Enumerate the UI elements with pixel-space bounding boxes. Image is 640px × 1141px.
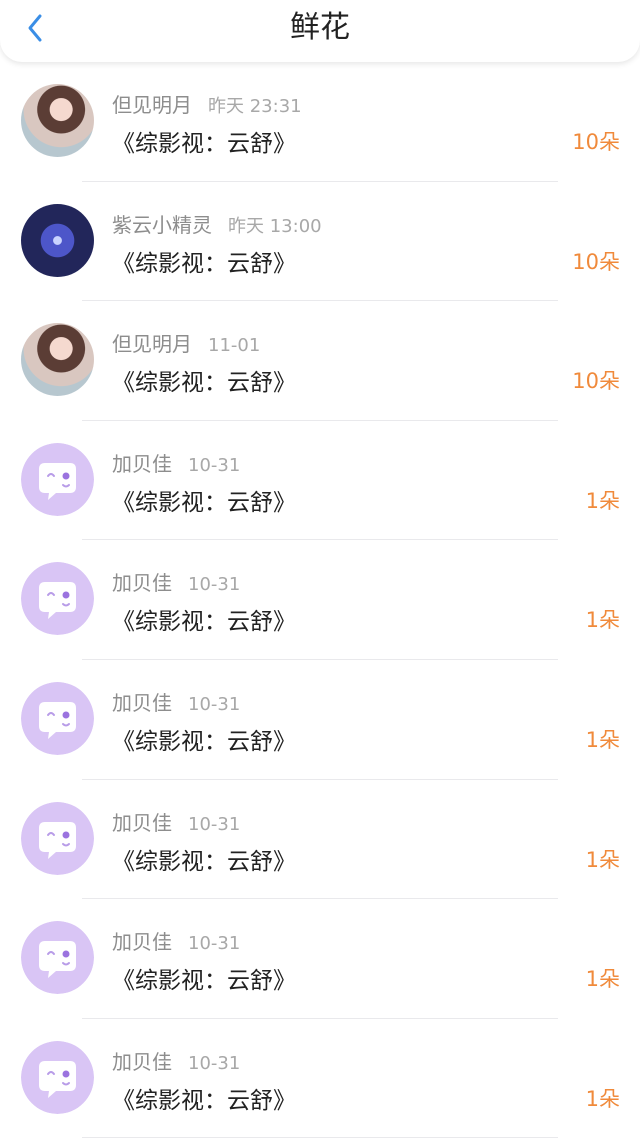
book-title[interactable]: 《综影视：云舒》 (112, 961, 296, 995)
book-title[interactable]: 《综影视：云舒》 (112, 602, 296, 636)
page-title: 鲜花 (290, 10, 350, 45)
flower-count: 1朵 (585, 608, 620, 633)
list-item[interactable]: 加贝佳 10-31 《综影视：云舒》 1朵 (0, 899, 640, 1019)
timestamp: 10-31 (188, 693, 241, 715)
book-title[interactable]: 《综影视：云舒》 (112, 363, 296, 397)
sender-line: 加贝佳 10-31 (112, 687, 240, 716)
flower-count: 1朵 (585, 967, 620, 992)
avatar[interactable] (21, 562, 94, 636)
timestamp: 10-31 (188, 454, 241, 476)
timestamp: 11-01 (208, 335, 261, 357)
flower-count: 1朵 (585, 847, 620, 872)
list-item[interactable]: 加贝佳 10-31 《综影视：云舒》 1朵 (0, 659, 640, 780)
sender-name[interactable]: 加贝佳 (112, 691, 172, 715)
row-divider (82, 1137, 558, 1139)
avatar[interactable] (21, 84, 94, 157)
list-item[interactable]: 加贝佳 10-31 《综影视：云舒》 1朵 (0, 420, 640, 541)
list-item[interactable]: 紫云小精灵 昨天 13:00 《综影视：云舒》 10朵 (0, 181, 640, 302)
chat-bubble-icon (21, 681, 94, 755)
list-item[interactable]: 但见明月 11-01 《综影视：云舒》 10朵 (0, 301, 640, 421)
chat-bubble-icon (21, 921, 94, 995)
sender-name[interactable]: 加贝佳 (112, 930, 172, 954)
flowers-page: 鲜花 但见明月 昨天 23:31 《综影视：云舒》 10朵 紫云小精灵 昨天 13:00 《… (0, 0, 640, 1141)
chat-bubble-icon (21, 1040, 94, 1114)
list-item[interactable]: 但见明月 昨天 23:31 《综影视：云舒》 10朵 (0, 62, 640, 182)
book-title[interactable]: 《综影视：云舒》 (112, 722, 296, 756)
sender-name[interactable]: 加贝佳 (112, 452, 172, 476)
book-title[interactable]: 《综影视：云舒》 (112, 244, 296, 278)
sender-name[interactable]: 但见明月 (112, 332, 192, 356)
timestamp: 10-31 (188, 933, 241, 955)
timestamp: 昨天 23:31 (208, 96, 302, 117)
book-title[interactable]: 《综影视：云舒》 (112, 124, 296, 158)
flower-count: 1朵 (585, 727, 620, 752)
flower-count: 1朵 (585, 1086, 620, 1111)
sender-line: 加贝佳 10-31 (112, 807, 240, 836)
sender-line: 加贝佳 10-31 (112, 926, 240, 955)
chat-bubble-icon (21, 801, 94, 875)
timestamp: 昨天 13:00 (228, 215, 322, 237)
book-title[interactable]: 《综影视：云舒》 (112, 842, 296, 876)
chat-bubble-icon (21, 442, 94, 516)
sender-line: 加贝佳 10-31 (112, 567, 240, 596)
book-title[interactable]: 《综影视：云舒》 (112, 483, 296, 517)
avatar[interactable] (21, 442, 94, 516)
flower-count: 10朵 (572, 369, 620, 394)
avatar[interactable] (21, 203, 94, 277)
list-item[interactable]: 加贝佳 10-31 《综影视：云舒》 1朵 (0, 779, 640, 900)
sender-line: 加贝佳 10-31 (112, 448, 240, 477)
list-item[interactable]: 加贝佳 10-31 《综影视：云舒》 1朵 (0, 540, 640, 660)
book-title[interactable]: 《综影视：云舒》 (112, 1081, 296, 1115)
sender-name[interactable]: 但见明月 (112, 93, 192, 117)
avatar[interactable] (21, 323, 94, 397)
avatar[interactable] (21, 801, 94, 875)
sender-line: 紫云小精灵 昨天 13:00 (112, 209, 322, 238)
avatar[interactable] (21, 681, 94, 755)
timestamp: 10-31 (188, 574, 241, 596)
avatar[interactable] (21, 1040, 94, 1114)
sender-name[interactable]: 加贝佳 (112, 571, 172, 595)
sender-line: 但见明月 昨天 23:31 (112, 89, 302, 118)
sender-name[interactable]: 紫云小精灵 (112, 213, 212, 237)
flower-count: 10朵 (572, 130, 620, 154)
avatar[interactable] (21, 921, 94, 995)
flower-list: 但见明月 昨天 23:31 《综影视：云舒》 10朵 紫云小精灵 昨天 13:00 《综影视… (0, 62, 640, 1139)
sender-line: 但见明月 11-01 (112, 328, 260, 357)
sender-line: 加贝佳 10-31 (112, 1046, 240, 1075)
top-bar: 鲜花 (0, 0, 640, 62)
timestamp: 10-31 (188, 1052, 241, 1074)
sender-name[interactable]: 加贝佳 (112, 1050, 172, 1074)
sender-name[interactable]: 加贝佳 (112, 811, 172, 835)
timestamp: 10-31 (188, 813, 241, 835)
chat-bubble-icon (21, 562, 94, 636)
flower-count: 1朵 (585, 488, 620, 513)
flower-count: 10朵 (572, 249, 620, 274)
list-item[interactable]: 加贝佳 10-31 《综影视：云舒》 1朵 (0, 1018, 640, 1139)
